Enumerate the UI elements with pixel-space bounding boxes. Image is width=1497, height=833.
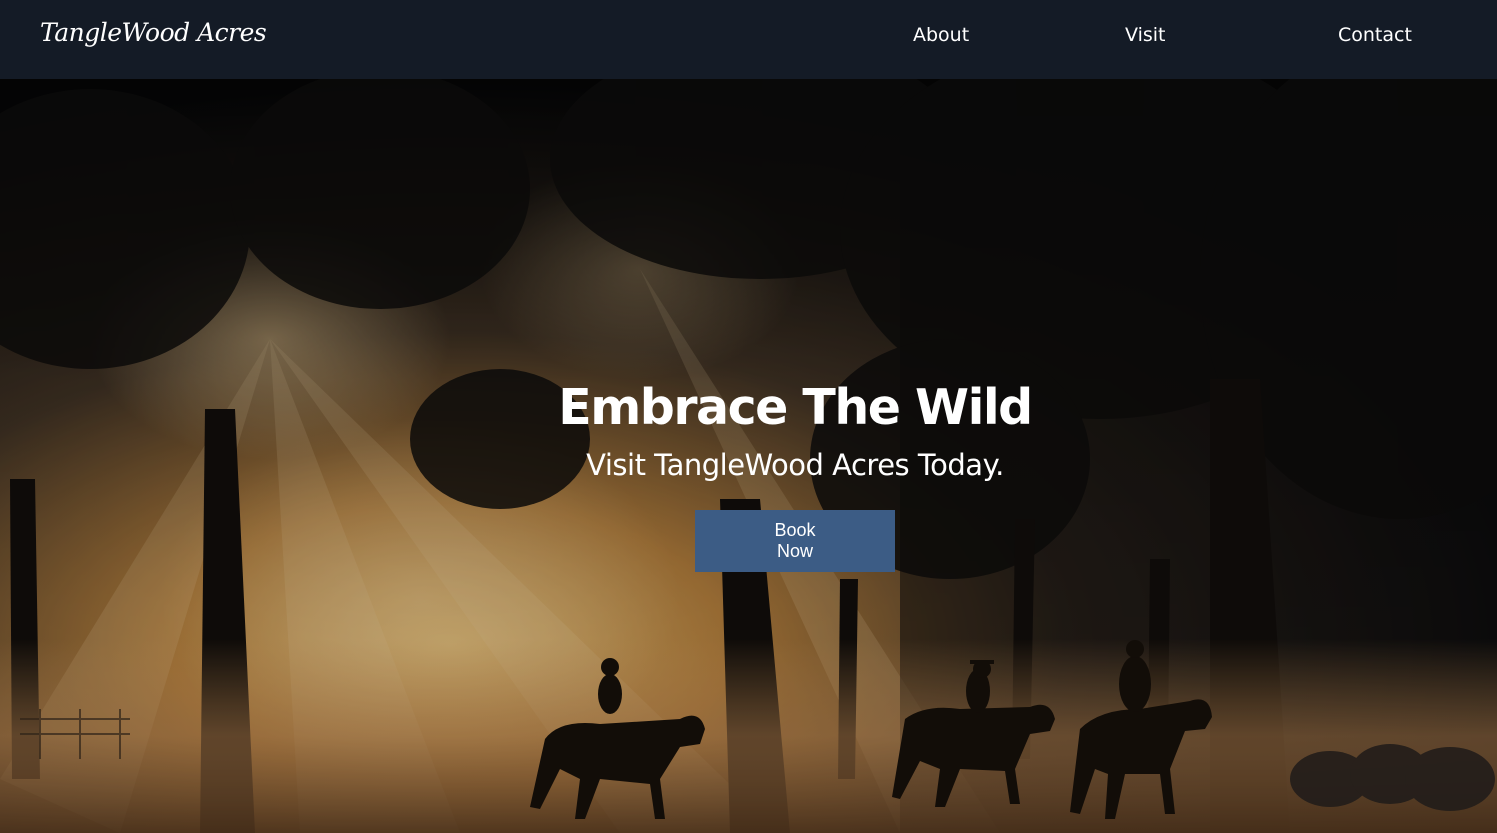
nav-link-visit[interactable]: Visit xyxy=(1125,24,1166,46)
book-now-label-line1: Book xyxy=(774,520,816,540)
page: TangleWood Acres About Visit Contact Emb… xyxy=(0,0,1497,833)
site-logo[interactable]: TangleWood Acres xyxy=(40,18,267,47)
nav-link-about[interactable]: About xyxy=(913,24,969,46)
book-now-button[interactable]: Book Now xyxy=(695,510,895,572)
top-navbar: TangleWood Acres About Visit Contact xyxy=(0,0,1497,79)
hero-subtitle: Visit TangleWood Acres Today. xyxy=(586,448,1004,482)
book-now-label-line2: Now xyxy=(776,541,813,561)
hero-section: Embrace The Wild Visit TangleWood Acres … xyxy=(0,79,1497,833)
hero-text-block: Embrace The Wild Visit TangleWood Acres … xyxy=(0,379,1497,485)
nav-link-contact[interactable]: Contact xyxy=(1338,24,1412,46)
hero-title: Embrace The Wild xyxy=(558,379,1033,436)
